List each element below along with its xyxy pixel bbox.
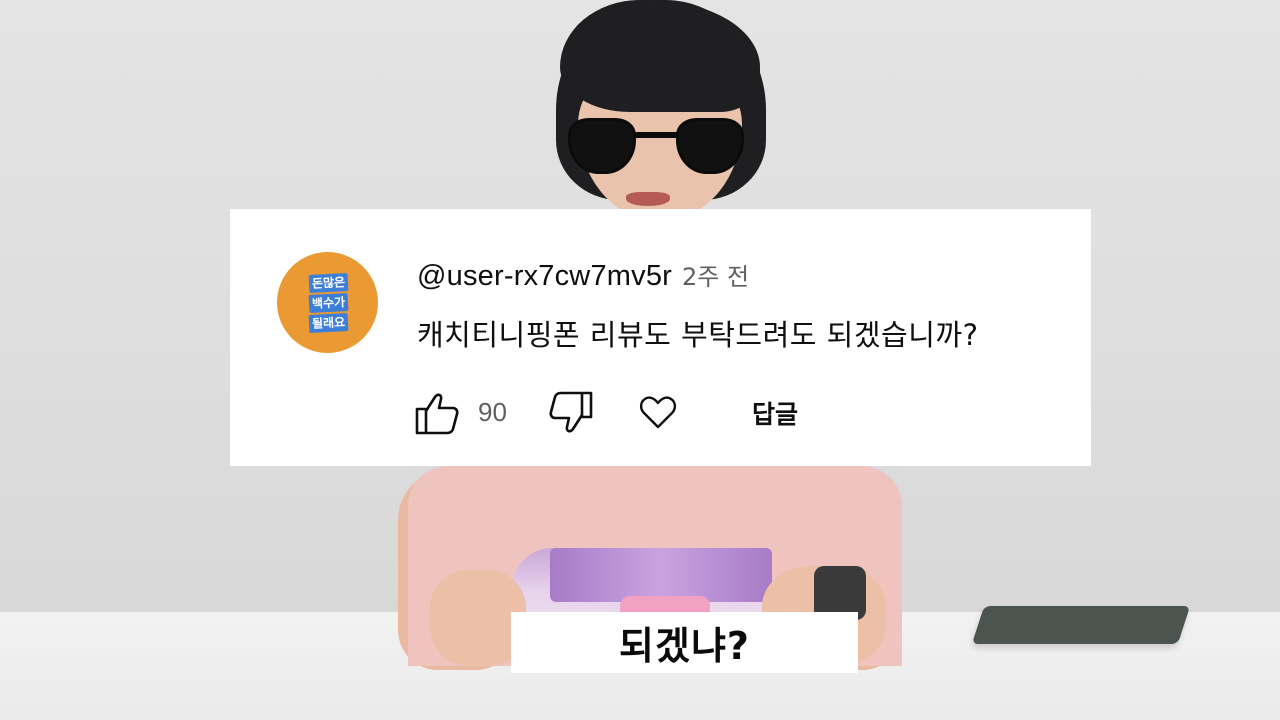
reply-button[interactable]: 답글 (752, 395, 798, 431)
hair-fringe (560, 0, 760, 112)
avatar-text-line: 돈많은 (308, 272, 350, 294)
comment-header: @user-rx7cw7mv5r 2주 전 (417, 257, 749, 293)
caption-text: 되겠냐? (619, 624, 750, 668)
thumbs-up-icon (415, 393, 459, 435)
avatar-badge: 돈많은 백수가 될래요 (303, 266, 355, 340)
left-lens (568, 118, 636, 174)
like-count: 90 (478, 397, 507, 427)
keyboard (971, 606, 1191, 644)
comment-text: 캐치티니핑폰 리뷰도 부탁드려도 되겠습니까? (417, 318, 979, 352)
subtitle-caption: 되겠냐? (511, 612, 858, 673)
comment-card: 돈많은 백수가 될래요 @user-rx7cw7mv5r 2주 전 캐치티니핑폰… (230, 209, 1091, 466)
dislike-button[interactable] (547, 389, 595, 437)
thumbs-down-icon (549, 391, 593, 433)
comment-actions: 90 답글 (413, 389, 1033, 439)
heart-button[interactable] (638, 389, 678, 437)
sunglasses (562, 112, 758, 178)
avatar-text-line: 될래요 (308, 312, 350, 334)
avatar-text-line: 백수가 (308, 292, 350, 314)
like-button[interactable] (413, 389, 461, 437)
mouth (626, 192, 670, 206)
avatar[interactable]: 돈많은 백수가 될래요 (277, 252, 378, 353)
heart-icon (639, 396, 677, 429)
username[interactable]: @user-rx7cw7mv5r (417, 260, 672, 293)
glasses-bridge (634, 132, 680, 138)
timestamp[interactable]: 2주 전 (682, 257, 749, 292)
toy-package-label (550, 548, 772, 602)
right-lens (676, 118, 744, 174)
